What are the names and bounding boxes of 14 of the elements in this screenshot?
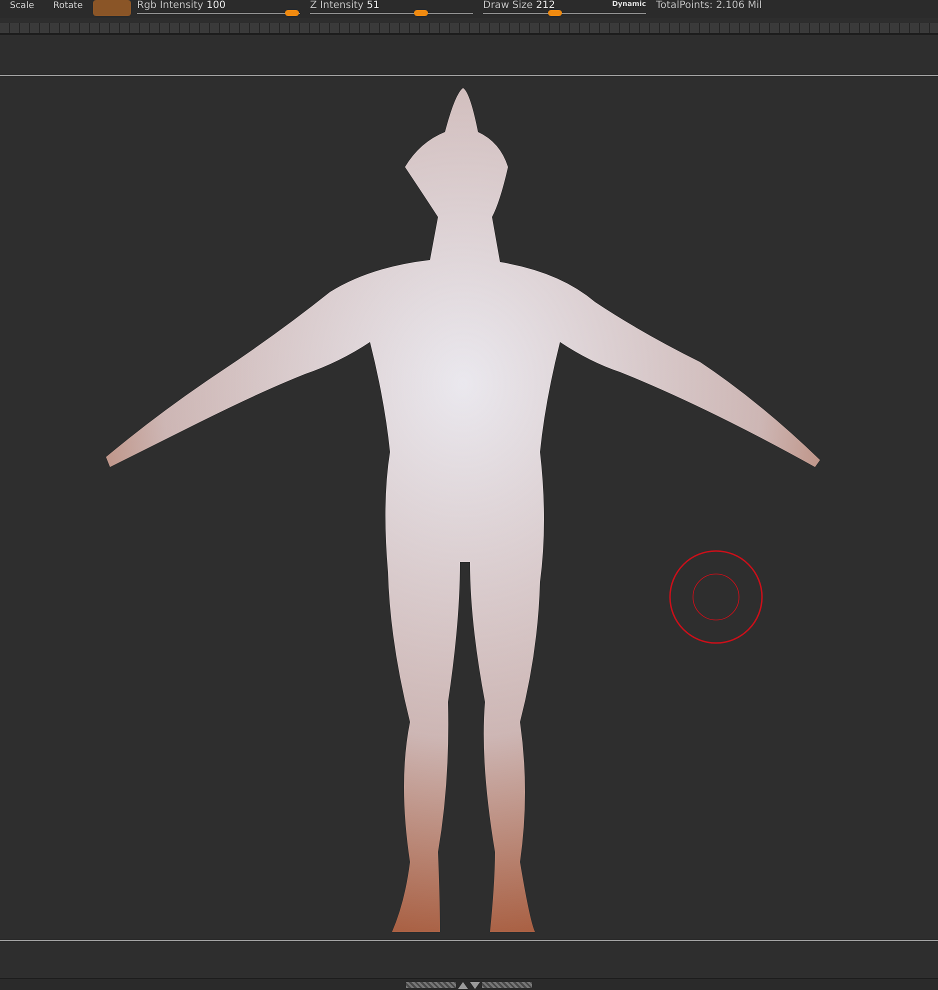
up-down-arrows-icon[interactable] [458, 980, 480, 988]
slider-label: Rgb Intensity 100 [137, 0, 226, 11]
brush-cursor-icon [669, 550, 763, 644]
tool-button[interactable]: Scale [0, 0, 44, 11]
tool-button[interactable]: Rotate [46, 0, 90, 11]
material-swatch[interactable] [93, 0, 131, 16]
slider-thumb[interactable] [414, 10, 428, 16]
grip-handle[interactable] [482, 982, 532, 988]
slider-label: Draw Size 212 [483, 0, 556, 11]
slider-thumb[interactable] [284, 10, 299, 16]
grip-handle[interactable] [406, 982, 456, 988]
total-points-label: TotalPoints: 2.106 Mil [656, 0, 762, 11]
slider-label: Z Intensity 51 [310, 0, 380, 11]
slider-thumb[interactable] [548, 10, 562, 16]
